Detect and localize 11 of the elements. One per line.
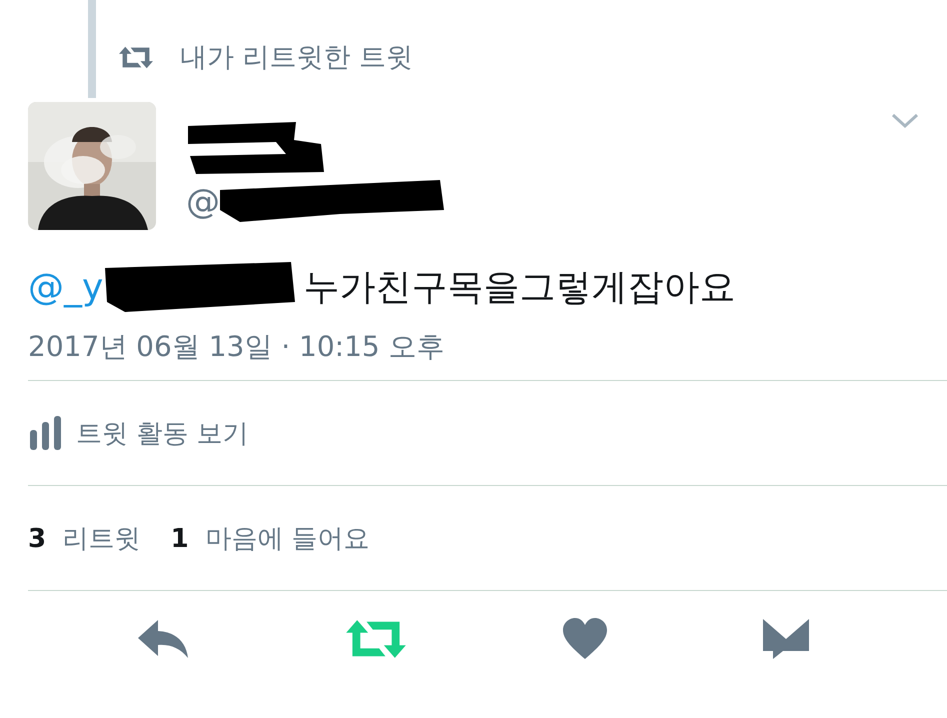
- stat-count[interactable]: 3 리트윗: [28, 520, 141, 556]
- tweet-text: 누가친구목을그렇게잡아요: [303, 266, 736, 310]
- bar-chart-icon: [30, 416, 62, 450]
- retweet-context-label: 내가 리트윗한 트윗: [180, 41, 414, 75]
- tweet-activity-link[interactable]: 트윗 활동 보기: [0, 381, 947, 485]
- user-handle: @: [186, 182, 220, 222]
- envelope-icon: [760, 617, 811, 661]
- tweet-timestamp: 2017년 06월 13일 · 10:15 오후: [27, 329, 446, 365]
- stat-count[interactable]: 1 마음에 들어요: [170, 520, 370, 556]
- retweet-icon: [118, 44, 154, 70]
- heart-icon: [560, 617, 609, 661]
